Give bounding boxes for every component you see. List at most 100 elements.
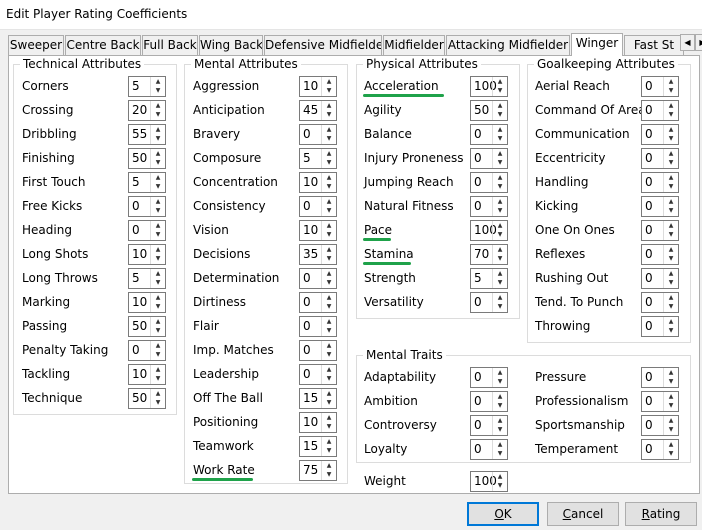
spin-down-icon[interactable]: ▼	[664, 182, 678, 191]
spin-up-icon[interactable]: ▲	[322, 125, 336, 134]
composure-spinbox[interactable]: 5 ▲ ▼	[299, 148, 337, 169]
spinbox-value[interactable]: 0	[645, 127, 653, 142]
marking-spinbox[interactable]: 10 ▲ ▼	[128, 292, 166, 313]
spin-down-icon[interactable]: ▼	[493, 377, 507, 386]
passing-spinbox[interactable]: 50 ▲ ▼	[128, 316, 166, 337]
spinbox-value[interactable]: 0	[303, 295, 311, 310]
spinbox-value[interactable]: 0	[645, 319, 653, 334]
spin-up-icon[interactable]: ▲	[151, 173, 165, 182]
tackling-spinbox[interactable]: 10 ▲ ▼	[128, 364, 166, 385]
spinbox-value[interactable]: 0	[645, 103, 653, 118]
balance-spinbox[interactable]: 0 ▲ ▼	[470, 124, 508, 145]
reflexes-spinbox[interactable]: 0 ▲ ▼	[641, 244, 679, 265]
stamina-spinbox[interactable]: 70 ▲ ▼	[470, 244, 508, 265]
spin-up-icon[interactable]: ▲	[322, 365, 336, 374]
spinbox-value[interactable]: 45	[303, 103, 318, 118]
spinbox-value[interactable]: 0	[645, 394, 653, 409]
spin-down-icon[interactable]: ▼	[322, 422, 336, 431]
spinbox-value[interactable]: 0	[474, 127, 482, 142]
finishing-spinbox[interactable]: 50 ▲ ▼	[128, 148, 166, 169]
spin-down-icon[interactable]: ▼	[664, 449, 678, 458]
crossing-spinbox[interactable]: 20 ▲ ▼	[128, 100, 166, 121]
vision-spinbox[interactable]: 10 ▲ ▼	[299, 220, 337, 241]
spin-up-icon[interactable]: ▲	[151, 317, 165, 326]
spin-up-icon[interactable]: ▲	[664, 368, 678, 377]
spinbox-value[interactable]: 0	[645, 223, 653, 238]
decisions-spinbox[interactable]: 35 ▲ ▼	[299, 244, 337, 265]
spinbox-value[interactable]: 0	[474, 394, 482, 409]
spin-down-icon[interactable]: ▼	[664, 158, 678, 167]
spin-down-icon[interactable]: ▼	[322, 254, 336, 263]
spinbox-value[interactable]: 5	[474, 271, 482, 286]
spin-up-icon[interactable]: ▲	[493, 221, 507, 230]
penalty-taking-spinbox[interactable]: 0 ▲ ▼	[128, 340, 166, 361]
spin-down-icon[interactable]: ▼	[322, 278, 336, 287]
spin-down-icon[interactable]: ▼	[664, 326, 678, 335]
spin-down-icon[interactable]: ▼	[322, 206, 336, 215]
spin-down-icon[interactable]: ▼	[151, 86, 165, 95]
spinbox-value[interactable]: 10	[132, 295, 147, 310]
spin-down-icon[interactable]: ▼	[151, 398, 165, 407]
spin-down-icon[interactable]: ▼	[493, 206, 507, 215]
tab-fast-st[interactable]: Fast St	[624, 35, 684, 55]
spin-up-icon[interactable]: ▲	[322, 101, 336, 110]
determination-spinbox[interactable]: 0 ▲ ▼	[299, 268, 337, 289]
spinbox-value[interactable]: 0	[303, 367, 311, 382]
spinbox-value[interactable]: 5	[132, 79, 140, 94]
spinbox-value[interactable]: 75	[303, 463, 318, 478]
spin-down-icon[interactable]: ▼	[322, 350, 336, 359]
one-on-ones-spinbox[interactable]: 0 ▲ ▼	[641, 220, 679, 241]
spin-down-icon[interactable]: ▼	[151, 326, 165, 335]
spin-up-icon[interactable]: ▲	[322, 461, 336, 470]
tab-full-back[interactable]: Full Back	[142, 35, 198, 55]
consistency-spinbox[interactable]: 0 ▲ ▼	[299, 196, 337, 217]
spinbox-value[interactable]: 10	[303, 175, 318, 190]
spin-down-icon[interactable]: ▼	[664, 86, 678, 95]
spin-down-icon[interactable]: ▼	[151, 302, 165, 311]
spin-up-icon[interactable]: ▲	[151, 101, 165, 110]
spin-down-icon[interactable]: ▼	[493, 302, 507, 311]
spinbox-value[interactable]: 0	[645, 442, 653, 457]
spin-down-icon[interactable]: ▼	[493, 86, 507, 95]
spin-up-icon[interactable]: ▲	[493, 101, 507, 110]
spin-down-icon[interactable]: ▼	[493, 254, 507, 263]
aggression-spinbox[interactable]: 10 ▲ ▼	[299, 76, 337, 97]
rushing-out-spinbox[interactable]: 0 ▲ ▼	[641, 268, 679, 289]
spin-down-icon[interactable]: ▼	[322, 326, 336, 335]
spinbox-value[interactable]: 10	[303, 223, 318, 238]
injury-proneness-spinbox[interactable]: 0 ▲ ▼	[470, 148, 508, 169]
tab-sweeper[interactable]: Sweeper	[8, 35, 64, 55]
spinbox-value[interactable]: 35	[303, 247, 318, 262]
ok-button[interactable]: OK	[467, 502, 539, 526]
command-of-area-spinbox[interactable]: 0 ▲ ▼	[641, 100, 679, 121]
versatility-spinbox[interactable]: 0 ▲ ▼	[470, 292, 508, 313]
spinbox-value[interactable]: 50	[132, 391, 147, 406]
spin-up-icon[interactable]: ▲	[664, 392, 678, 401]
adaptability-spinbox[interactable]: 0 ▲ ▼	[470, 367, 508, 388]
spinbox-value[interactable]: 0	[132, 223, 140, 238]
tab-scroll-right-button[interactable]: ▶	[695, 34, 702, 51]
leadership-spinbox[interactable]: 0 ▲ ▼	[299, 364, 337, 385]
spin-up-icon[interactable]: ▲	[493, 416, 507, 425]
controversy-spinbox[interactable]: 0 ▲ ▼	[470, 415, 508, 436]
ambition-spinbox[interactable]: 0 ▲ ▼	[470, 391, 508, 412]
spin-down-icon[interactable]: ▼	[664, 425, 678, 434]
rating-button[interactable]: Rating	[625, 502, 697, 526]
professionalism-spinbox[interactable]: 0 ▲ ▼	[641, 391, 679, 412]
spinbox-value[interactable]: 0	[474, 175, 482, 190]
spin-down-icon[interactable]: ▼	[493, 401, 507, 410]
eccentricity-spinbox[interactable]: 0 ▲ ▼	[641, 148, 679, 169]
spin-up-icon[interactable]: ▲	[664, 293, 678, 302]
spin-up-icon[interactable]: ▲	[493, 293, 507, 302]
spinbox-value[interactable]: 0	[474, 199, 482, 214]
bravery-spinbox[interactable]: 0 ▲ ▼	[299, 124, 337, 145]
spinbox-value[interactable]: 5	[132, 175, 140, 190]
spinbox-value[interactable]: 0	[474, 151, 482, 166]
tab-attacking-midfielder[interactable]: Attacking Midfielder	[446, 35, 570, 55]
spin-down-icon[interactable]: ▼	[493, 425, 507, 434]
spinbox-value[interactable]: 5	[303, 151, 311, 166]
spin-up-icon[interactable]: ▲	[151, 245, 165, 254]
spin-down-icon[interactable]: ▼	[322, 134, 336, 143]
anticipation-spinbox[interactable]: 45 ▲ ▼	[299, 100, 337, 121]
spin-down-icon[interactable]: ▼	[493, 449, 507, 458]
